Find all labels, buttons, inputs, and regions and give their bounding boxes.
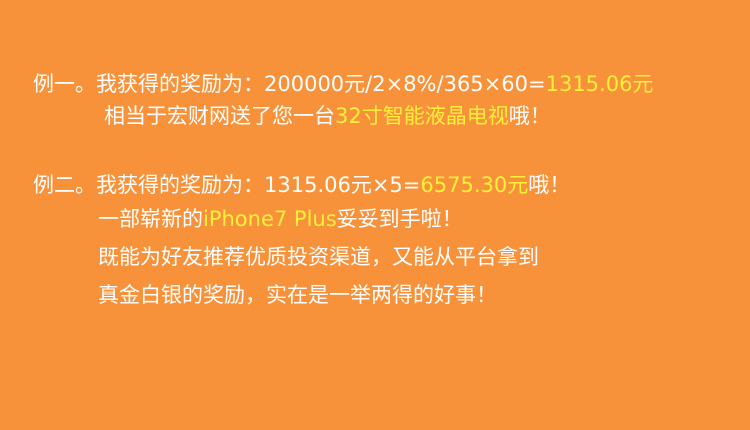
example-two-suffix: 哦！	[528, 173, 571, 197]
example-one-amount: 1315.06元	[545, 72, 654, 96]
example-one-reward-line: 例一。我获得的奖励为：200000元/2×8%/365×60=1315.06元	[33, 71, 653, 97]
closing-remark-line: 真金白银的奖励，实在是一举两得的好事！	[98, 282, 497, 308]
recommendation-benefit-line: 既能为好友推荐优质投资渠道，又能从平台拿到	[98, 244, 539, 270]
recommendation-benefit-text: 既能为好友推荐优质投资渠道，又能从平台拿到	[98, 245, 539, 269]
example-two-prize-prefix: 一部崭新的	[98, 207, 203, 231]
reward-examples-panel: 例一。我获得的奖励为：200000元/2×8%/365×60=1315.06元 …	[0, 0, 750, 430]
example-two-prize-suffix: 妥妥到手啦！	[336, 207, 463, 231]
example-one-suffix: 哦！	[508, 104, 551, 128]
example-two-amount: 6575.30元	[420, 173, 529, 197]
example-two-reward-line: 例二。我获得的奖励为：1315.06元×5=6575.30元哦！	[33, 172, 570, 198]
example-one-equivalent-text: 相当于宏财网送了您一台	[104, 104, 335, 128]
closing-remark-text: 真金白银的奖励，实在是一举两得的好事！	[98, 283, 497, 307]
example-two-prize-line: 一部崭新的iPhone7 Plus妥妥到手啦！	[98, 206, 463, 232]
example-one-equivalent-line: 相当于宏财网送了您一台32寸智能液晶电视哦！	[104, 103, 551, 129]
example-two-formula: 例二。我获得的奖励为：1315.06元×5=	[33, 173, 421, 197]
example-two-prize: iPhone7 Plus	[203, 207, 337, 231]
example-one-prize: 32寸智能液晶电视	[335, 104, 509, 128]
example-one-formula: 例一。我获得的奖励为：200000元/2×8%/365×60=	[33, 72, 546, 96]
